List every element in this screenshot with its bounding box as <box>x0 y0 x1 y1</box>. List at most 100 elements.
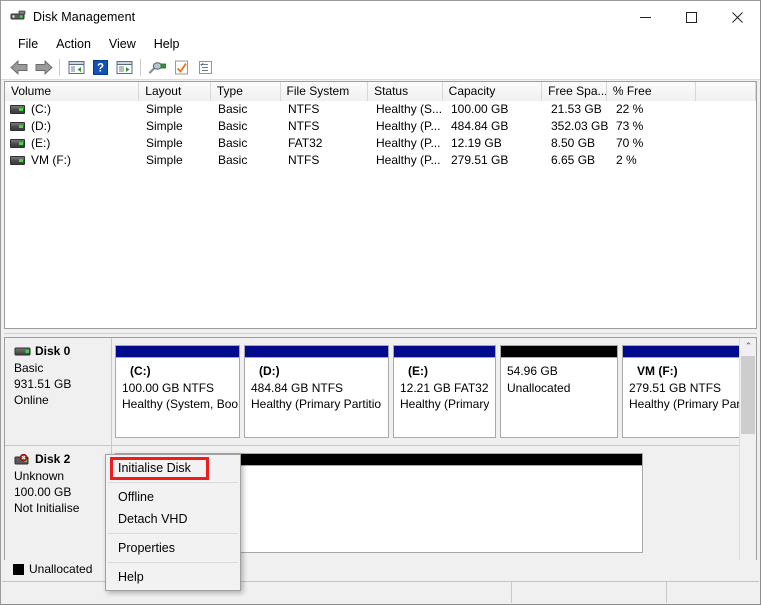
disk-state: Not Initialise <box>14 500 111 516</box>
legend-item-unallocated: Unallocated <box>13 562 92 576</box>
partition-block[interactable]: (E:)12.21 GB FAT32Healthy (Primary <box>393 345 496 438</box>
partition-status: Healthy (Primary Partitio <box>251 396 388 413</box>
disk-info-panel[interactable]: Disk 2 Unknown100.00 GBNot Initialise <box>5 446 112 561</box>
minimize-button[interactable] <box>622 1 668 33</box>
partition-block[interactable]: 54.96 GBUnallocated <box>500 345 618 438</box>
legend-label: Unallocated <box>29 562 92 576</box>
column-header-volume[interactable]: Volume <box>5 82 139 101</box>
disk-size: 100.00 GB <box>14 484 111 500</box>
partition-block[interactable]: VM (F:)279.51 GB NTFSHealthy (Primary Pa… <box>622 345 757 438</box>
pane-splitter[interactable] <box>4 330 757 337</box>
context-menu-item-initialise-disk[interactable]: Initialise Disk <box>106 457 240 479</box>
partition-size-fs: 484.84 GB NTFS <box>251 380 388 397</box>
context-menu-item-offline[interactable]: Offline <box>106 486 240 508</box>
volume-label: VM (F:) <box>31 152 71 169</box>
cell-layout: Simple <box>140 118 212 135</box>
cell-type: Basic <box>212 135 282 152</box>
volume-drive-icon <box>10 139 25 148</box>
disk-name: Disk 2 <box>14 452 111 466</box>
partition-status: Healthy (Primary <box>400 396 495 413</box>
help-icon[interactable]: ? <box>88 56 112 78</box>
partition-details: VM (F:)279.51 GB NTFSHealthy (Primary Pa… <box>623 357 757 437</box>
partition-size-fs: 12.21 GB FAT32 <box>400 380 495 397</box>
cell-free-space: 352.03 GB <box>545 118 610 135</box>
rescan-disks-icon[interactable] <box>145 56 169 78</box>
disk-name-label: Disk 0 <box>35 344 70 358</box>
disk-row-disk-0[interactable]: Disk 0Basic931.51 GBOnline(C:)100.00 GB … <box>5 338 756 446</box>
svg-text:?: ? <box>96 62 103 74</box>
menu-separator <box>108 482 238 483</box>
column-header-status[interactable]: Status <box>368 82 443 101</box>
table-row[interactable]: (E:)SimpleBasicFAT32Healthy (P...12.19 G… <box>5 135 756 152</box>
column-header-file-system[interactable]: File System <box>281 82 369 101</box>
show-hide-action-pane-icon[interactable] <box>112 56 136 78</box>
volume-list[interactable]: VolumeLayoutTypeFile SystemStatusCapacit… <box>4 81 757 329</box>
partition-label: (E:) <box>400 363 495 380</box>
disk-name: Disk 0 <box>14 344 111 358</box>
status-pane-3 <box>667 582 759 603</box>
scroll-up-arrow-icon[interactable]: ⌃ <box>740 338 757 355</box>
partition-block[interactable]: (C:)100.00 GB NTFSHealthy (System, Boo <box>115 345 240 438</box>
graphical-view-scrollbar[interactable]: ⌃ ⌄ <box>739 338 756 576</box>
column-header-blank[interactable] <box>696 82 756 101</box>
partition-details: (C:)100.00 GB NTFSHealthy (System, Boo <box>116 357 239 437</box>
context-menu-item-detach-vhd[interactable]: Detach VHD <box>106 508 240 530</box>
context-menu-item-help[interactable]: Help <box>106 566 240 588</box>
menu-separator <box>108 533 238 534</box>
cell-layout: Simple <box>140 135 212 152</box>
status-pane-2 <box>512 582 667 603</box>
column-header-free-spa[interactable]: Free Spa... <box>542 82 607 101</box>
disk-context-menu: Initialise Disk OfflineDetach VHD Properti… <box>105 454 241 591</box>
menu-separator <box>108 562 238 563</box>
toolbar-separator <box>59 59 60 76</box>
legend-swatch <box>13 564 24 575</box>
partition-color-bar <box>501 346 617 357</box>
partition-size-fs: 54.96 GB <box>507 363 617 380</box>
cell-capacity: 100.00 GB <box>445 101 545 118</box>
column-header-layout[interactable]: Layout <box>139 82 211 101</box>
table-row[interactable]: (C:)SimpleBasicNTFSHealthy (S...100.00 G… <box>5 101 756 118</box>
forward-arrow-icon[interactable] <box>31 56 55 78</box>
menu-action[interactable]: Action <box>47 35 100 53</box>
back-arrow-icon[interactable] <box>7 56 31 78</box>
menu-file[interactable]: File <box>9 35 47 53</box>
partition-size-fs: 279.51 GB NTFS <box>629 380 757 397</box>
partition-block[interactable]: (D:)484.84 GB NTFSHealthy (Primary Parti… <box>244 345 389 438</box>
column-header-capacity[interactable]: Capacity <box>443 82 542 101</box>
column-header-type[interactable]: Type <box>211 82 281 101</box>
cell-status: Healthy (P... <box>370 135 445 152</box>
disk-drive-icon <box>14 346 31 357</box>
menu-help[interactable]: Help <box>145 35 189 53</box>
cell-type: Basic <box>212 152 282 169</box>
table-row[interactable]: VM (F:)SimpleBasicNTFSHealthy (P...279.5… <box>5 152 756 169</box>
context-menu-item-properties[interactable]: Properties <box>106 537 240 559</box>
disk-type: Unknown <box>14 468 111 484</box>
partition-color-bar <box>116 346 239 357</box>
partition-status: Healthy (System, Boo <box>122 396 239 413</box>
window-title: Disk Management <box>33 10 135 24</box>
table-row[interactable]: (D:)SimpleBasicNTFSHealthy (P...484.84 G… <box>5 118 756 135</box>
partition-color-bar <box>245 346 388 357</box>
disk-info-panel[interactable]: Disk 0Basic931.51 GBOnline <box>5 338 112 446</box>
cell-capacity: 12.19 GB <box>445 135 545 152</box>
cell-percent-free: 2 % <box>610 152 700 169</box>
partition-details: (D:)484.84 GB NTFSHealthy (Primary Parti… <box>245 357 388 437</box>
partition-label: VM (F:) <box>629 363 757 380</box>
close-button[interactable] <box>714 1 760 33</box>
cell-layout: Simple <box>140 152 212 169</box>
partition-details: 54.96 GBUnallocated <box>501 357 617 437</box>
list-view-icon[interactable] <box>193 56 217 78</box>
cell-type: Basic <box>212 118 282 135</box>
maximize-button[interactable] <box>668 1 714 33</box>
column-header--free[interactable]: % Free <box>607 82 697 101</box>
volume-drive-icon <box>10 122 25 131</box>
properties-icon[interactable] <box>169 56 193 78</box>
show-hide-console-tree-icon[interactable] <box>64 56 88 78</box>
menu-view[interactable]: View <box>100 35 145 53</box>
disk-drive-error-icon <box>14 454 31 465</box>
cell-free-space: 8.50 GB <box>545 135 610 152</box>
partition-size-fs: 100.00 GB NTFS <box>122 380 239 397</box>
cell-file-system: NTFS <box>282 101 370 118</box>
volume-list-body: (C:)SimpleBasicNTFSHealthy (S...100.00 G… <box>5 101 756 169</box>
scrollbar-thumb[interactable] <box>741 356 755 434</box>
